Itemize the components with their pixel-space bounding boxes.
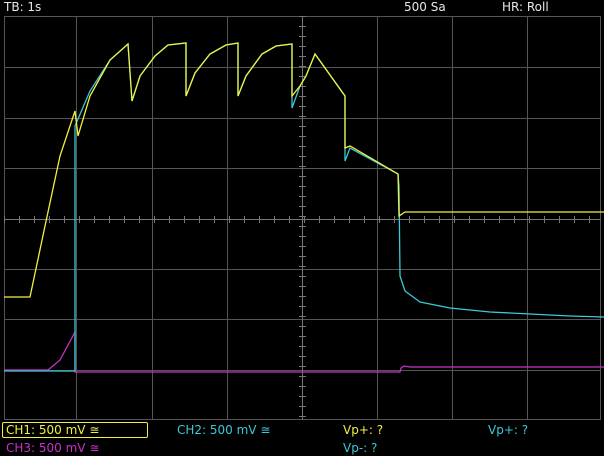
acquisition-mode-readout[interactable]: HR: Roll [502,0,549,14]
top-status-bar: TB: 1s 500 Sa HR: Roll [0,0,604,16]
measurement-ch1-vp-plus[interactable]: Vp+: ? [343,423,383,437]
waveform-graticule [0,16,604,421]
measurement-vp-minus[interactable]: Vp-: ? [343,441,377,455]
measurement-ch2-vp-plus[interactable]: Vp+: ? [488,423,528,437]
sample-rate-readout[interactable]: 500 Sa [404,0,446,14]
waveform-display[interactable] [0,16,604,421]
ch2-setting[interactable]: CH2: 500 mV ≅ [177,423,270,437]
ch3-setting[interactable]: CH3: 500 mV ≅ [6,441,99,455]
timebase-readout[interactable]: TB: 1s [4,0,41,14]
ch1-setting[interactable]: CH1: 500 mV ≅ [6,423,99,437]
